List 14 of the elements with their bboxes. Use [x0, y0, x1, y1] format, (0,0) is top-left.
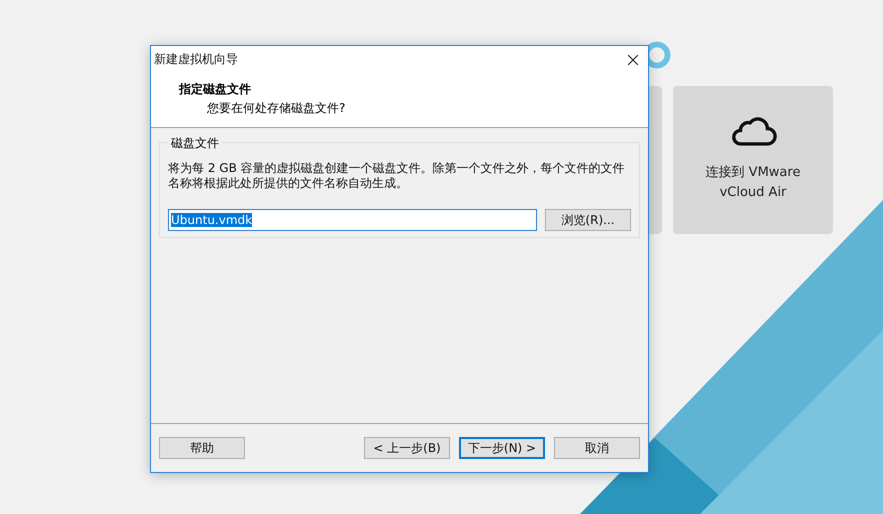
- wizard-button[interactable]: 取消: [554, 437, 640, 459]
- file-name-field[interactable]: Ubuntu.vmdk: [168, 209, 537, 231]
- group-legend: 磁盘文件: [168, 135, 222, 152]
- card-label: 连接到 VMware vCloud Air: [706, 164, 800, 202]
- page-subheading: 您要在何处存储磁盘文件?: [206, 100, 346, 117]
- page-heading: 指定磁盘文件: [179, 81, 252, 98]
- description-text: 将为每 2 GB 容量的虚拟磁盘创建一个磁盘文件。除第一个文件之外，每个文件的文件 名称将根据此处所提供的文件名称自动生成。: [168, 161, 626, 191]
- wizard-button[interactable]: 帮助: [159, 437, 245, 459]
- vcloud-card[interactable]: 连接到 VMware vCloud Air: [673, 86, 833, 234]
- browse-button[interactable]: 浏览(R)...: [545, 209, 631, 231]
- wizard-button[interactable]: 下一步(N) >: [459, 437, 545, 459]
- close-icon[interactable]: [628, 54, 638, 64]
- wizard-button[interactable]: < 上一步(B): [364, 437, 450, 459]
- window-title: 新建虚拟机向导: [154, 51, 238, 68]
